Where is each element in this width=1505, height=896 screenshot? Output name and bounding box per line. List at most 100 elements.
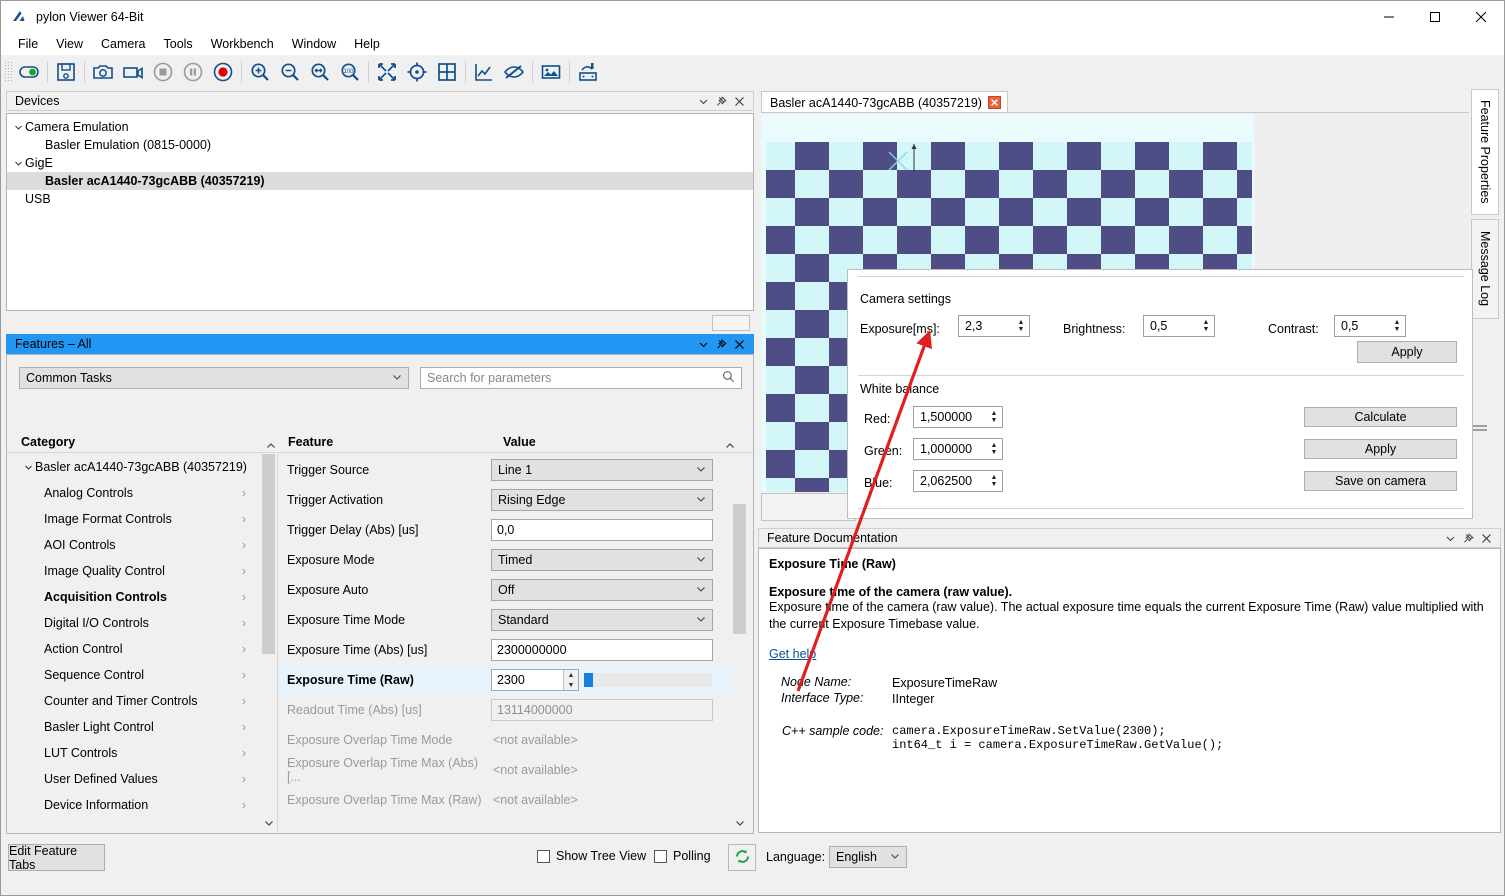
polling-checkbox[interactable]: Polling [654, 849, 711, 863]
category-item-basler-light-control[interactable]: Basler Light Control › [8, 714, 260, 740]
minimize-button[interactable] [1366, 1, 1412, 32]
checkbox-box[interactable] [654, 849, 667, 863]
category-list[interactable]: Basler acA1440-73gcABB (40357219) Analog… [8, 454, 260, 816]
category-item-user-defined-values[interactable]: User Defined Values › [8, 766, 260, 792]
table-row[interactable]: Trigger Delay (Abs) [us] 0,0 [279, 515, 731, 545]
brightness-stepper[interactable]: ▲ ▼ [1198, 316, 1214, 336]
category-item-digital-io-controls[interactable]: Digital I/O Controls › [8, 610, 260, 636]
value-exposure-time-raw-input[interactable]: 2300 ▲ ▼ [491, 669, 579, 691]
chevron-down-icon[interactable] [21, 463, 35, 472]
refresh-button[interactable] [728, 844, 756, 871]
stop-icon[interactable] [148, 57, 178, 87]
zoom-fit-icon[interactable] [305, 57, 335, 87]
devices-tree[interactable]: Camera Emulation Basler Emulation (0815-… [6, 113, 754, 311]
contrast-input[interactable]: 0,5 ▲ ▼ [1334, 315, 1406, 337]
grid-icon[interactable] [432, 57, 462, 87]
red-stepper[interactable]: ▲ ▼ [986, 407, 1002, 427]
features-scroll-up-icon[interactable] [721, 442, 738, 452]
camera-settings-apply-button[interactable]: Apply [1357, 341, 1457, 363]
value-exposure-time-abs-input[interactable]: 2300000000 [491, 639, 713, 661]
category-scrollbar-thumb[interactable] [262, 454, 275, 654]
category-item-sequence-control[interactable]: Sequence Control › [8, 662, 260, 688]
image-icon[interactable] [536, 57, 566, 87]
get-help-link[interactable]: Get help [769, 647, 816, 661]
table-row[interactable]: Trigger Activation Rising Edge [279, 485, 731, 515]
white-balance-blue-input[interactable]: 2,062500 ▲ ▼ [913, 470, 1003, 492]
crosshair-icon[interactable] [402, 57, 432, 87]
category-item-image-format-controls[interactable]: Image Format Controls › [8, 506, 260, 532]
value-trigger-source[interactable]: Line 1 [491, 459, 713, 481]
pause-icon[interactable] [178, 57, 208, 87]
table-row[interactable]: Exposure Mode Timed [279, 545, 731, 575]
brightness-input[interactable]: 0,5 ▲ ▼ [1143, 315, 1215, 337]
image-tab[interactable]: Basler acA1440-73gcABB (40357219) [761, 91, 1008, 113]
close-icon[interactable] [734, 96, 745, 107]
search-input[interactable]: Search for parameters [420, 367, 742, 389]
value-exposure-time-mode[interactable]: Standard [491, 609, 713, 631]
category-item-device-information[interactable]: Device Information › [8, 792, 260, 816]
device-tree-item[interactable]: USB [7, 190, 753, 208]
white-balance-green-input[interactable]: 1,000000 ▲ ▼ [913, 438, 1003, 460]
table-row-selected[interactable]: Exposure Time (Raw) 2300 ▲ ▼ [279, 665, 731, 695]
checkbox-box[interactable] [537, 849, 550, 863]
tab-feature-properties[interactable]: Feature Properties [1471, 89, 1499, 215]
white-balance-calculate-button[interactable]: Calculate [1304, 407, 1457, 427]
device-tree-item[interactable]: GigE [7, 154, 753, 172]
zoom-out-icon[interactable] [275, 57, 305, 87]
features-scrollbar-thumb[interactable] [733, 504, 746, 634]
table-row[interactable]: Exposure Time (Abs) [us] 2300000000 [279, 635, 731, 665]
category-scroll-up-icon[interactable] [262, 442, 279, 452]
show-tree-view-checkbox[interactable]: Show Tree View [537, 849, 646, 863]
save-on-camera-button[interactable]: Save on camera [1304, 471, 1457, 491]
features-scrollbar[interactable] [732, 454, 747, 831]
blue-stepper[interactable]: ▲ ▼ [986, 471, 1002, 491]
language-select[interactable]: English [829, 846, 907, 868]
menu-help[interactable]: Help [345, 35, 389, 53]
contrast-stepper[interactable]: ▲ ▼ [1389, 316, 1405, 336]
spinner-up-icon[interactable]: ▲ [564, 670, 578, 680]
save-icon[interactable] [51, 57, 81, 87]
white-balance-red-input[interactable]: 1,500000 ▲ ▼ [913, 406, 1003, 428]
category-scroll-down-icon[interactable] [261, 816, 276, 831]
menu-window[interactable]: Window [283, 35, 345, 53]
category-item-aoi-controls[interactable]: AOI Controls › [8, 532, 260, 558]
close-icon[interactable] [1481, 533, 1492, 544]
slider-handle[interactable] [584, 673, 593, 687]
pin-icon[interactable] [1463, 532, 1474, 544]
value-exposure-mode[interactable]: Timed [491, 549, 713, 571]
chevron-down-icon[interactable] [698, 339, 709, 350]
category-item-action-control[interactable]: Action Control › [8, 636, 260, 662]
chevron-down-icon[interactable] [1445, 533, 1456, 544]
category-item-root[interactable]: Basler acA1440-73gcABB (40357219) [8, 454, 260, 480]
close-icon[interactable] [987, 96, 1001, 109]
devices-footer-button[interactable] [712, 315, 750, 331]
table-row[interactable]: Trigger Source Line 1 [279, 455, 731, 485]
histogram-icon[interactable] [469, 57, 499, 87]
white-balance-apply-button[interactable]: Apply [1304, 439, 1457, 459]
chevron-down-icon[interactable] [698, 96, 709, 107]
edit-feature-tabs-button[interactable]: Edit Feature Tabs [8, 844, 105, 872]
value-trigger-delay-input[interactable]: 0,0 [491, 519, 713, 541]
zoom-in-icon[interactable] [245, 57, 275, 87]
menu-view[interactable]: View [47, 35, 92, 53]
category-item-analog-controls[interactable]: Analog Controls › [8, 480, 260, 506]
value-trigger-activation[interactable]: Rising Edge [491, 489, 713, 511]
record-icon[interactable] [208, 57, 238, 87]
open-close-device-icon[interactable] [14, 57, 44, 87]
pin-icon[interactable] [716, 338, 727, 350]
continuous-shot-video-icon[interactable] [118, 57, 148, 87]
spinner-down-icon[interactable]: ▼ [564, 680, 578, 690]
device-tree-item[interactable]: Camera Emulation [7, 118, 753, 136]
pin-icon[interactable] [716, 95, 727, 107]
maximize-button[interactable] [1412, 1, 1458, 32]
category-scrollbar[interactable] [261, 454, 276, 831]
menu-camera[interactable]: Camera [92, 35, 154, 53]
features-list[interactable]: Trigger Source Line 1 Trigger Activation… [279, 455, 731, 817]
device-tree-item[interactable]: Basler Emulation (0815-0000) [7, 136, 753, 154]
value-exposure-auto[interactable]: Off [491, 579, 713, 601]
table-row[interactable]: Exposure Auto Off [279, 575, 731, 605]
panel-splitter-handle[interactable] [1471, 421, 1493, 437]
expand-arrows-icon[interactable] [372, 57, 402, 87]
zoom-100-icon[interactable]: 100 [335, 57, 365, 87]
category-item-acquisition-controls[interactable]: Acquisition Controls › [8, 584, 260, 610]
